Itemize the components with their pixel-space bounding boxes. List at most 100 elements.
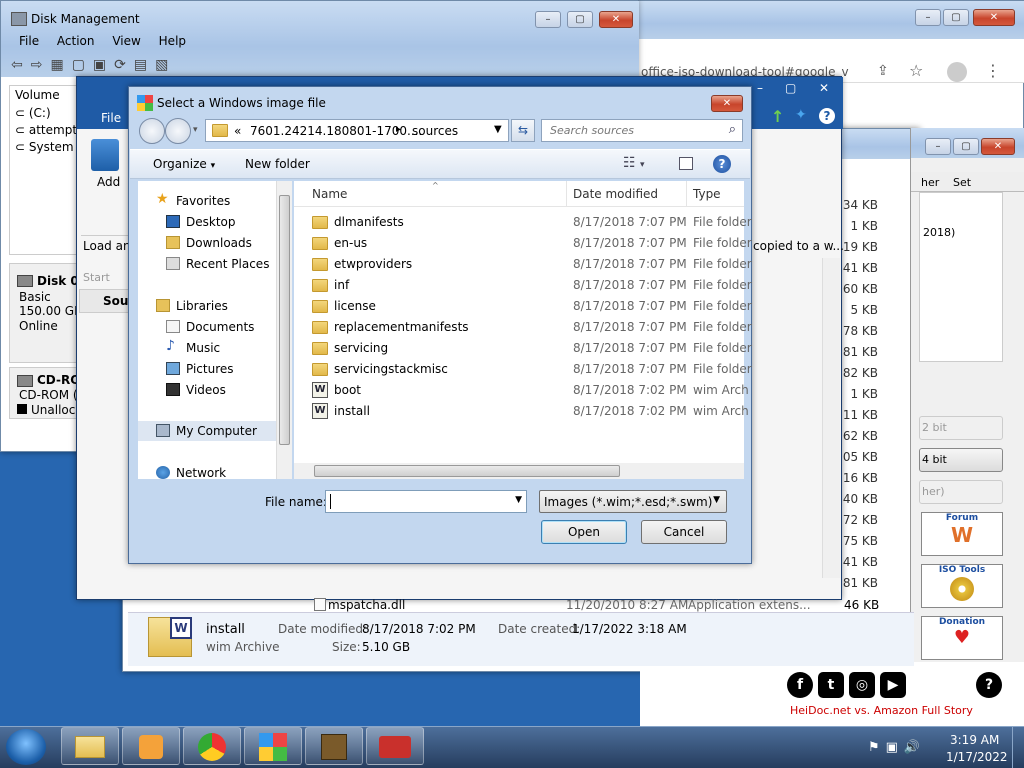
chevron-down-icon[interactable]: ▾ [193,125,198,135]
forward-button[interactable] [165,118,191,144]
chevron-down-icon[interactable]: ▼ [713,495,720,505]
volume-item[interactable]: ⊂ attempt [15,123,77,137]
story-link[interactable]: HeiDoc.net vs. Amazon Full Story [790,704,973,717]
search-input[interactable]: Search sources ⌕ [541,119,743,142]
menu-icon[interactable]: ⋮ [985,61,1001,80]
file-row[interactable]: etwproviders 8/17/2018 7:07 PM File folder [294,254,752,275]
file-row[interactable]: inf 8/17/2018 7:07 PM File folder [294,275,752,296]
refresh-button[interactable]: ⇆ [511,119,535,142]
column-header[interactable]: Set [953,176,971,189]
option-box[interactable]: her) [919,480,1003,504]
chevron-down-icon[interactable]: ▼ [515,495,522,505]
taskbar-media-icon[interactable] [122,727,180,765]
youtube-icon[interactable]: ▶ [880,672,906,698]
file-row[interactable]: servicingstackmisc 8/17/2018 7:07 PM File … [294,359,752,380]
twitter-icon[interactable]: t [818,672,844,698]
column-date[interactable]: Date modified [573,187,658,201]
file-type: File folder [693,215,752,229]
column-header[interactable]: her [921,176,939,189]
address-bar[interactable]: « 7601.24214.180801-1700.... ▸ sources ▼ [205,119,509,142]
explorer-scrollbar[interactable] [822,258,840,578]
maximize-button[interactable]: ▢ [943,9,969,26]
view-icon[interactable]: ☷ ▾ [623,155,645,171]
maximize-button[interactable]: ▢ [567,11,593,28]
forum-button[interactable]: Forum W [921,512,1003,556]
nav-computer[interactable]: My Computer [138,421,278,441]
taskbar-explorer-icon[interactable] [61,727,119,765]
bit-option[interactable]: 4 bit [919,448,1003,472]
close-button[interactable]: ✕ [599,11,633,28]
organize-button[interactable]: Organize ▾ [153,157,215,171]
file-row[interactable]: en-us 8/17/2018 7:07 PM File folder [294,233,752,254]
menu-bar: File Action View Help [19,34,200,48]
file-row[interactable]: Winstall 8/17/2018 7:02 PM wim Arch [294,401,749,422]
menu-help[interactable]: Help [159,34,186,48]
file-row[interactable]: replacementmanifests 8/17/2018 7:07 PM Fil… [294,317,752,338]
close-button[interactable]: ✕ [973,9,1015,26]
facebook-icon[interactable]: f [787,672,813,698]
avatar[interactable] [947,62,967,82]
horizontal-scrollbar[interactable] [294,463,744,479]
bit-option[interactable]: 2 bit [919,416,1003,440]
cancel-button[interactable]: Cancel [641,520,727,544]
help-icon[interactable]: ? [713,155,731,173]
file-row[interactable]: dlmanifests 8/17/2018 7:07 PM File folder [294,212,752,233]
share-icon[interactable]: ⇪ [877,63,889,79]
column-volume[interactable]: Volume [15,88,60,102]
start-button[interactable] [6,729,46,765]
twitter-icon[interactable]: ✦ [795,107,807,123]
nav-scrollbar[interactable] [276,181,292,479]
minimize-button[interactable]: – [535,11,561,28]
disc-icon [950,577,974,601]
instagram-icon[interactable]: ◎ [849,672,875,698]
help-icon[interactable]: ? [819,108,835,124]
close-button[interactable]: ✕ [819,81,829,95]
breadcrumb-current[interactable]: sources [412,124,458,138]
minimize-button[interactable]: – [925,138,951,155]
iso-tools-button[interactable]: ISO Tools [921,564,1003,608]
help-icon[interactable]: ? [976,672,1002,698]
search-icon[interactable]: ⌕ [729,122,736,137]
close-button[interactable]: ✕ [711,95,743,112]
new-folder-button[interactable]: New folder [245,157,310,171]
file-row[interactable]: Wboot 8/17/2018 7:02 PM wim Arch [294,380,749,401]
column-type[interactable]: Type [693,187,721,201]
file-row[interactable]: mspatcha.dll 11/20/2010 8:27 AM Applicat… [310,596,880,614]
back-button[interactable] [139,118,165,144]
file-tab[interactable]: File [101,111,121,125]
file-row[interactable]: servicing 8/17/2018 7:07 PM File folder [294,338,752,359]
maximize-button[interactable]: ▢ [953,138,979,155]
open-button[interactable]: Open [541,520,627,544]
file-name: install [334,404,370,418]
file-name-input[interactable]: ▼ [325,490,527,513]
minimize-button[interactable]: – [915,9,941,26]
add-icon[interactable] [91,139,119,171]
close-button[interactable]: ✕ [981,138,1015,155]
star-icon[interactable]: ☆ [909,61,923,80]
size-value: 5.10 GB [362,640,411,654]
taskbar-archive-icon[interactable] [305,727,363,765]
folder-icon [312,216,328,229]
minimize-button[interactable]: – [757,81,763,95]
arrow-up-icon[interactable]: ↑ [771,107,784,126]
preview-pane-icon[interactable] [679,157,693,170]
taskbar-chrome-icon[interactable] [183,727,241,765]
column-name[interactable]: Name [312,187,347,201]
add-label[interactable]: Add [97,175,120,189]
file-row[interactable]: license 8/17/2018 7:07 PM File folder [294,296,752,317]
menu-view[interactable]: View [112,34,140,48]
clock-date[interactable]: 1/17/2022 [946,750,1008,764]
taskbar-iso-tool-icon[interactable] [244,727,302,765]
menu-action[interactable]: Action [57,34,95,48]
file-size: 72 KB [842,513,878,527]
chevron-down-icon[interactable]: ▼ [494,124,502,135]
maximize-button[interactable]: ▢ [785,81,796,95]
taskbar-toolbox-icon[interactable] [366,727,424,765]
tray-icons[interactable]: ⚑▣🔊 [868,740,926,755]
file-type-select[interactable]: Images (*.wim;*.esd;*.swm) ▼ [539,490,727,513]
donation-button[interactable]: Donation ♥ [921,616,1003,660]
clock-time[interactable]: 3:19 AM [950,733,999,747]
menu-file[interactable]: File [19,34,39,48]
volume-item[interactable]: ⊂ (C:) [15,106,51,120]
show-desktop-button[interactable] [1012,727,1024,768]
